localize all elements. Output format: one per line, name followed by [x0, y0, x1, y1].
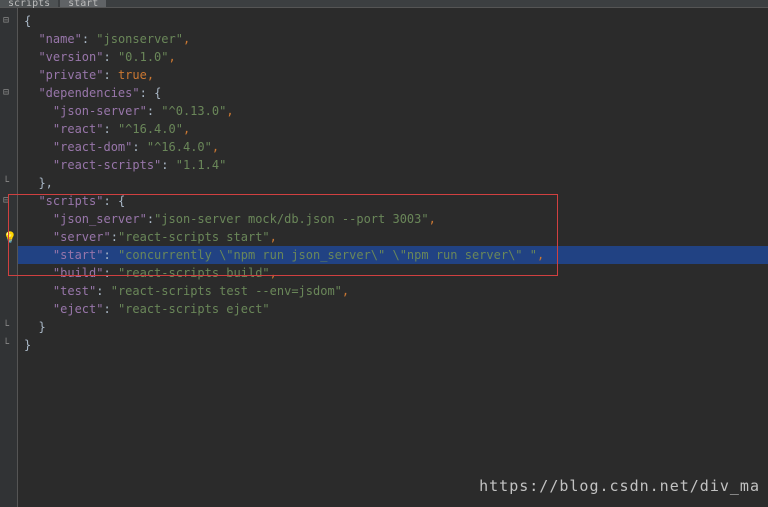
tab-start[interactable]: start: [60, 0, 106, 7]
tab-scripts[interactable]: scripts: [0, 0, 58, 7]
fold-icon[interactable]: └: [3, 339, 9, 350]
code-line: "private": true,: [18, 66, 768, 84]
editor: ⊟ ⊟ └ ⊟ 💡 └ └ { "name": "jsonserver", "v…: [0, 8, 768, 507]
code-line-selected: "start": "concurrently \"npm run json_se…: [18, 246, 768, 264]
code-line: "scripts": {: [18, 192, 768, 210]
fold-icon[interactable]: └: [3, 177, 9, 188]
code-line: "react": "^16.4.0",: [18, 120, 768, 138]
code-line: "json_server":"json-server mock/db.json …: [18, 210, 768, 228]
code-line: "react-scripts": "1.1.4": [18, 156, 768, 174]
code-line: }: [18, 336, 768, 354]
code-line: },: [18, 174, 768, 192]
bulb-icon[interactable]: 💡: [3, 231, 17, 244]
tab-bar: scripts start: [0, 0, 768, 8]
code-line: "react-dom": "^16.4.0",: [18, 138, 768, 156]
code-line: "name": "jsonserver",: [18, 30, 768, 48]
code-area[interactable]: { "name": "jsonserver", "version": "0.1.…: [18, 8, 768, 507]
watermark: https://blog.csdn.net/div_ma: [479, 477, 760, 495]
code-line: "dependencies": {: [18, 84, 768, 102]
code-line: "build": "react-scripts build",: [18, 264, 768, 282]
code-line: "server":"react-scripts start",: [18, 228, 768, 246]
code-line: {: [18, 12, 768, 30]
code-line: "test": "react-scripts test --env=jsdom"…: [18, 282, 768, 300]
code-line: "json-server": "^0.13.0",: [18, 102, 768, 120]
fold-icon[interactable]: ⊟: [3, 15, 9, 26]
code-line: "version": "0.1.0",: [18, 48, 768, 66]
fold-icon[interactable]: ⊟: [3, 87, 9, 98]
fold-icon[interactable]: ⊟: [3, 195, 9, 206]
code-line: }: [18, 318, 768, 336]
gutter: ⊟ ⊟ └ ⊟ 💡 └ └: [0, 8, 18, 507]
code-line: "eject": "react-scripts eject": [18, 300, 768, 318]
fold-icon[interactable]: └: [3, 321, 9, 332]
